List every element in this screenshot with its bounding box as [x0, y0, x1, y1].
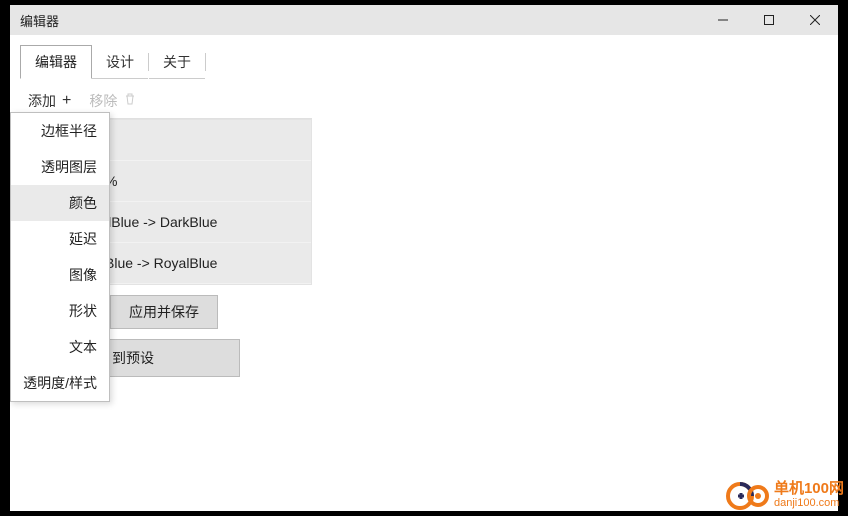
tab-row: 编辑器 设计 关于	[20, 45, 828, 79]
tab-editor[interactable]: 编辑器	[20, 45, 92, 79]
content: 添加 + 移除 透明 透明度 - 90% 渐变 - RoyalBlue -> D…	[10, 79, 838, 377]
window-title: 编辑器	[20, 11, 700, 30]
remove-button[interactable]: 移除	[89, 91, 137, 111]
watermark-domain: danji100.com	[774, 497, 839, 509]
menu-border-radius[interactable]: 边框半径	[11, 113, 109, 149]
tab-about[interactable]: 关于	[149, 46, 205, 79]
watermark-logo-icon	[726, 478, 770, 512]
add-context-menu: 边框半径 透明图层 颜色 延迟 图像 形状 文本 透明度/样式	[10, 112, 110, 402]
close-icon	[810, 15, 820, 25]
app-window: 编辑器 编辑器 设计 关于 添加 + 移除	[10, 5, 838, 511]
plus-icon: +	[62, 92, 71, 110]
remove-label: 移除	[89, 91, 117, 111]
trash-icon	[123, 92, 137, 109]
minimize-icon	[718, 15, 728, 25]
apply-save-button[interactable]: 应用并保存	[110, 295, 218, 329]
maximize-icon	[764, 15, 774, 25]
watermark-site-name: 单机100网	[774, 481, 844, 498]
watermark-text: 单机100网 danji100.com	[774, 481, 844, 510]
titlebar: 编辑器	[10, 5, 838, 35]
menu-transparent-layer[interactable]: 透明图层	[11, 149, 109, 185]
add-button[interactable]: 添加 +	[28, 91, 71, 111]
watermark: 单机100网 danji100.com	[726, 478, 844, 512]
minimize-button[interactable]	[700, 5, 746, 35]
menu-delay[interactable]: 延迟	[11, 221, 109, 257]
menu-text[interactable]: 文本	[11, 329, 109, 365]
tab-design[interactable]: 设计	[92, 46, 148, 79]
close-button[interactable]	[792, 5, 838, 35]
tabs-area: 编辑器 设计 关于	[10, 35, 838, 79]
menu-shape[interactable]: 形状	[11, 293, 109, 329]
tab-separator	[205, 53, 206, 71]
menu-color[interactable]: 颜色	[11, 185, 109, 221]
menu-opacity-style[interactable]: 透明度/样式	[11, 365, 109, 401]
add-label: 添加	[28, 91, 56, 111]
maximize-button[interactable]	[746, 5, 792, 35]
menu-image[interactable]: 图像	[11, 257, 109, 293]
